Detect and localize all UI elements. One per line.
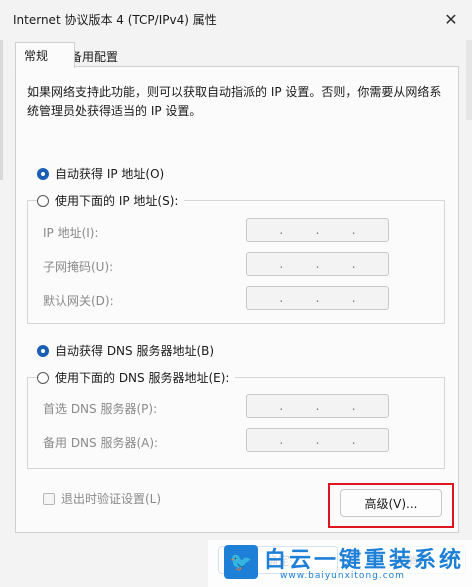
ip-address-field[interactable]: ... — [246, 218, 389, 242]
dns-group-box — [27, 377, 445, 469]
ip-address-label: IP 地址(I): — [43, 226, 99, 240]
subnet-mask-label: 子网掩码(U): — [43, 260, 114, 274]
validate-on-exit-label: 退出时验证设置(L) — [61, 492, 162, 506]
intro-text: 如果网络支持此功能，则可以获取自动指派的 IP 设置。否则，你需要从网络系统管理… — [27, 85, 442, 118]
radio-manual-ip[interactable]: 使用下面的 IP 地址(S): — [37, 192, 185, 209]
preferred-dns-field[interactable]: ... — [246, 394, 389, 418]
preferred-dns-label: 首选 DNS 服务器(P): — [43, 402, 158, 416]
radio-auto-dns[interactable]: 自动获得 DNS 服务器地址(B) — [37, 342, 214, 359]
radio-selected-icon — [37, 344, 49, 357]
radio-unselected-icon — [37, 371, 49, 384]
default-gateway-label: 默认网关(D): — [43, 294, 114, 308]
window-title: Internet 协议版本 4 (TCP/IPv4) 属性 — [13, 13, 217, 27]
tab-general[interactable]: 常规 — [15, 42, 75, 68]
alternate-dns-field[interactable]: ... — [246, 428, 389, 452]
subnet-mask-field[interactable]: ... — [246, 252, 389, 276]
default-gateway-field[interactable]: ... — [246, 286, 389, 310]
watermark-url: www.baiyunxitong.com — [280, 571, 405, 581]
watermark-title: 白云一键重装系统 — [264, 548, 465, 573]
alternate-dns-label: 备用 DNS 服务器(A): — [43, 436, 159, 450]
advanced-button[interactable]: 高级(V)... — [340, 489, 442, 517]
radio-manual-ip-label: 使用下面的 IP 地址(S): — [55, 194, 179, 208]
radio-auto-ip[interactable]: 自动获得 IP 地址(O) — [37, 165, 164, 182]
radio-auto-ip-label: 自动获得 IP 地址(O) — [55, 167, 165, 181]
title-bar: Internet 协议版本 4 (TCP/IPv4) 属性 ✕ — [0, 0, 472, 38]
radio-manual-dns-label: 使用下面的 DNS 服务器地址(E): — [55, 371, 230, 385]
radio-auto-dns-label: 自动获得 DNS 服务器地址(B) — [55, 344, 215, 358]
radio-selected-icon — [37, 167, 49, 180]
background-window-edge-right — [466, 40, 472, 120]
bird-logo-icon: 🐦 — [224, 545, 258, 579]
radio-unselected-icon — [37, 194, 49, 207]
radio-manual-dns[interactable]: 使用下面的 DNS 服务器地址(E): — [37, 369, 236, 386]
checkbox-icon — [43, 492, 55, 505]
close-icon[interactable]: ✕ — [436, 6, 466, 32]
validate-on-exit-checkbox[interactable]: 退出时验证设置(L) — [43, 490, 161, 507]
background-window-edge — [0, 40, 3, 180]
